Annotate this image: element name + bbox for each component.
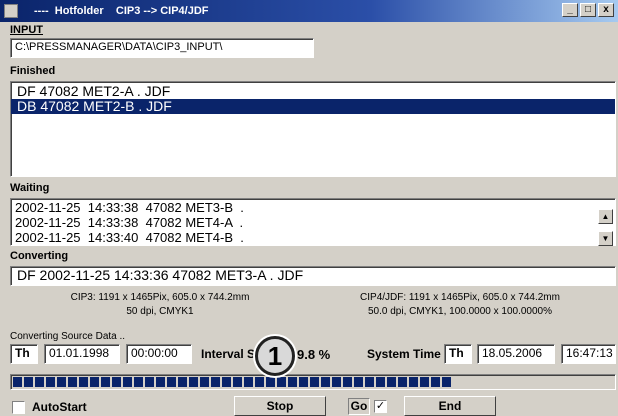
finished-label: Finished xyxy=(10,65,56,77)
input-path-field[interactable]: C:\PRESSMANAGER\DATA\CIP3_INPUT\ xyxy=(10,38,314,58)
progress-segment xyxy=(35,377,44,387)
progress-segment xyxy=(343,377,352,387)
progress-bar xyxy=(10,374,616,390)
progress-segment xyxy=(68,377,77,387)
autostart-checkbox[interactable] xyxy=(12,401,25,414)
progress-segment xyxy=(46,377,55,387)
waiting-list[interactable]: 2002-11-25 14:33:38 47082 MET3-B . 2002-… xyxy=(10,198,616,246)
progress-segment xyxy=(288,377,297,387)
progress-segment xyxy=(156,377,165,387)
progress-segment xyxy=(332,377,341,387)
converting-label: Converting xyxy=(10,250,69,262)
list-item[interactable]: 2002-11-25 14:33:40 47082 MET4-B . xyxy=(11,230,615,245)
progress-segment xyxy=(57,377,66,387)
progress-segment xyxy=(145,377,154,387)
list-item[interactable]: 2002-11-25 14:33:38 47082 MET4-A . xyxy=(11,215,615,230)
maximize-button[interactable]: □ xyxy=(580,3,596,17)
progress-segment xyxy=(123,377,132,387)
finished-list[interactable]: DF 47082 MET2-A . JDF DB 47082 MET2-B . … xyxy=(10,81,616,177)
progress-segment xyxy=(13,377,22,387)
interval-label: Interval S xyxy=(201,347,256,361)
progress-segment xyxy=(90,377,99,387)
list-item[interactable]: DF 47082 MET2-A . JDF xyxy=(11,84,615,99)
date2-field: 18.05.2006 xyxy=(477,344,555,364)
progress-segment xyxy=(233,377,242,387)
progress-segment xyxy=(266,377,275,387)
converting-status: Converting Source Data .. xyxy=(10,331,126,342)
progress-segment xyxy=(321,377,330,387)
progress-segment xyxy=(112,377,121,387)
scroll-down-button[interactable]: ▼ xyxy=(598,231,613,246)
progress-segment xyxy=(354,377,363,387)
window-title: ---- Hotfolder CIP3 --> CIP4/JDF xyxy=(34,5,209,17)
percent-value: 9.8 % xyxy=(297,347,331,362)
date1-field: 01.01.1998 xyxy=(44,344,120,364)
go-label: Go xyxy=(348,398,370,415)
end-button[interactable]: End xyxy=(404,396,496,416)
progress-segment xyxy=(222,377,231,387)
progress-segment xyxy=(189,377,198,387)
progress-segment xyxy=(167,377,176,387)
progress-segment xyxy=(420,377,429,387)
stop-button[interactable]: Stop xyxy=(234,396,326,416)
cip3-info-line1: CIP3: 1191 x 1465Pix, 605.0 x 744.2mm xyxy=(70,292,250,303)
progress-segment xyxy=(409,377,418,387)
progress-segment xyxy=(277,377,286,387)
minimize-button[interactable]: _ xyxy=(562,3,578,17)
progress-segment xyxy=(310,377,319,387)
autostart-label: AutoStart xyxy=(32,400,87,414)
progress-segment xyxy=(387,377,396,387)
progress-segment xyxy=(134,377,143,387)
title-bar: ---- Hotfolder CIP3 --> CIP4/JDF _ □ x xyxy=(0,0,618,22)
input-label: INPUT xyxy=(10,24,43,36)
go-checkbox[interactable]: ✓ xyxy=(374,400,387,413)
progress-segment xyxy=(101,377,110,387)
progress-segment xyxy=(244,377,253,387)
cip3-info-line2: 50 dpi, CMYK1 xyxy=(126,306,194,317)
progress-segment xyxy=(442,377,451,387)
system-time-label: System Time xyxy=(367,347,441,361)
scroll-up-button[interactable]: ▲ xyxy=(598,209,613,224)
time1-field: 00:00:00 xyxy=(126,344,192,364)
progress-segment xyxy=(24,377,33,387)
progress-segment xyxy=(79,377,88,387)
progress-segment xyxy=(431,377,440,387)
time2-field: 16:47:13 xyxy=(561,344,616,364)
waiting-label: Waiting xyxy=(10,182,50,194)
cip4-info-line1: CIP4/JDF: 1191 x 1465Pix, 605.0 x 744.2m… xyxy=(360,292,560,303)
day1-field: Th xyxy=(10,344,38,364)
progress-segment xyxy=(398,377,407,387)
day2-field: Th xyxy=(444,344,472,364)
progress-segment xyxy=(255,377,264,387)
progress-segment xyxy=(376,377,385,387)
converting-current: DF 2002-11-25 14:33:36 47082 MET3-A . JD… xyxy=(10,266,616,286)
callout-marker: 1 xyxy=(255,336,295,376)
list-item[interactable]: 2002-11-25 14:33:38 47082 MET3-B . xyxy=(11,200,615,215)
list-item-selected[interactable]: DB 47082 MET2-B . JDF xyxy=(11,99,615,114)
app-icon xyxy=(4,4,18,18)
close-button[interactable]: x xyxy=(598,3,614,17)
progress-segment xyxy=(211,377,220,387)
cip4-info-line2: 50.0 dpi, CMYK1, 100.0000 x 100.0000% xyxy=(367,306,553,317)
progress-segment xyxy=(299,377,308,387)
progress-segment xyxy=(178,377,187,387)
progress-segment xyxy=(365,377,374,387)
progress-segment xyxy=(200,377,209,387)
